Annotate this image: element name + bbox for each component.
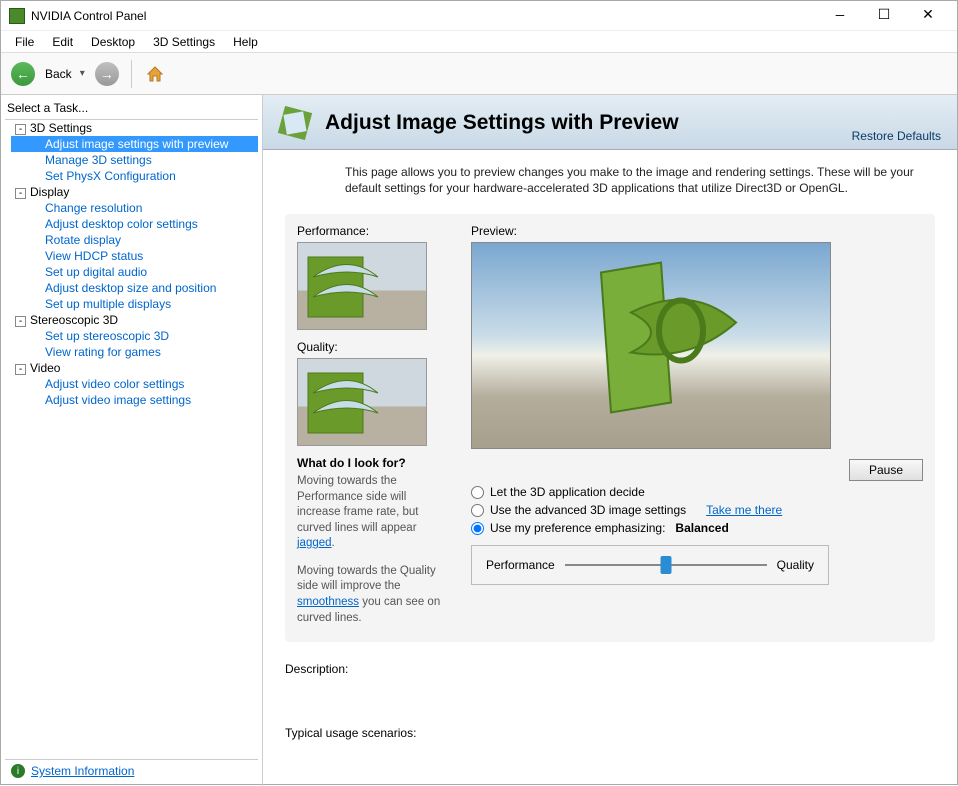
menu-bar: File Edit Desktop 3D Settings Help — [1, 31, 957, 53]
tree-item-adjust-image-settings[interactable]: Adjust image settings with preview — [11, 136, 258, 152]
preference-radios: Let the 3D application decide Use the ad… — [471, 483, 923, 537]
quality-slider[interactable] — [565, 564, 767, 566]
info-icon: i — [11, 764, 25, 778]
toolbar-divider — [131, 60, 132, 88]
quality-slider-box: Performance Quality — [471, 545, 829, 585]
restore-defaults-link[interactable]: Restore Defaults — [852, 129, 941, 143]
nvidia-logo-icon — [541, 252, 761, 422]
preview-label: Preview: — [471, 224, 923, 238]
radio-let-app-decide[interactable]: Let the 3D application decide — [471, 483, 923, 501]
performance-thumbnail — [297, 242, 427, 330]
quality-thumbnail — [297, 358, 427, 446]
page-title: Adjust Image Settings with Preview — [325, 111, 852, 135]
collapse-icon[interactable]: - — [15, 124, 26, 135]
page-content: This page allows you to preview changes … — [263, 150, 957, 786]
tree-group-label[interactable]: -3D Settings — [11, 120, 258, 136]
menu-file[interactable]: File — [7, 33, 42, 51]
tree-group-video: -Video Adjust video color settings Adjus… — [5, 360, 258, 408]
collapse-icon[interactable]: - — [15, 188, 26, 199]
system-information-bar: i System Information — [5, 760, 258, 782]
arrow-right-icon: → — [100, 66, 114, 82]
what-look-for-heading: What do I look for? — [297, 456, 447, 470]
tree-group-label[interactable]: -Video — [11, 360, 258, 376]
tree-item-adjust-desktop-color[interactable]: Adjust desktop color settings — [11, 216, 258, 232]
app-icon — [9, 8, 25, 24]
tree-item-view-hdcp[interactable]: View HDCP status — [11, 248, 258, 264]
menu-desktop[interactable]: Desktop — [83, 33, 143, 51]
radio-use-preference[interactable]: Use my preference emphasizing: Balanced — [471, 519, 923, 537]
collapse-icon[interactable]: - — [15, 316, 26, 327]
select-task-label: Select a Task... — [5, 99, 258, 119]
arrow-left-icon: ← — [16, 66, 30, 82]
radio-input[interactable] — [471, 504, 484, 517]
forward-button[interactable]: → — [95, 62, 119, 86]
jagged-link[interactable]: jagged — [297, 537, 332, 549]
back-label: Back — [45, 67, 72, 81]
minimize-button[interactable]: — — [819, 2, 861, 30]
tree-group-3d-settings: -3D Settings Adjust image settings with … — [5, 120, 258, 184]
performance-label: Performance: — [297, 224, 447, 238]
menu-help[interactable]: Help — [225, 33, 266, 51]
left-column: Performance: Quality: — [297, 224, 447, 626]
system-information-link[interactable]: System Information — [31, 764, 134, 778]
pause-button[interactable]: Pause — [849, 459, 923, 481]
menu-3d-settings[interactable]: 3D Settings — [145, 33, 223, 51]
smoothness-link[interactable]: smoothness — [297, 596, 359, 608]
radio-label: Use the advanced 3D image settings — [490, 503, 686, 517]
back-history-dropdown[interactable]: ▾ — [80, 68, 85, 79]
radio-label: Use my preference emphasizing: — [490, 521, 665, 535]
settings-panel: Performance: Quality: — [285, 214, 935, 642]
intro-text: This page allows you to preview changes … — [345, 164, 935, 196]
nvidia-logo-icon — [297, 242, 418, 330]
tree-item-digital-audio[interactable]: Set up digital audio — [11, 264, 258, 280]
back-button[interactable]: ← — [11, 62, 35, 86]
radio-input[interactable] — [471, 486, 484, 499]
balanced-value: Balanced — [675, 521, 728, 535]
slider-label-quality: Quality — [777, 558, 814, 572]
tree-item-video-image[interactable]: Adjust video image settings — [11, 392, 258, 408]
tree-item-change-resolution[interactable]: Change resolution — [11, 200, 258, 216]
take-me-there-link[interactable]: Take me there — [706, 503, 782, 517]
typical-usage-label: Typical usage scenarios: — [285, 726, 935, 740]
home-button[interactable] — [144, 63, 166, 85]
help-text-quality: Moving towards the Quality side will imp… — [297, 564, 447, 626]
right-column: Preview: Pause Let t — [471, 224, 923, 626]
tree-item-multiple-displays[interactable]: Set up multiple displays — [11, 296, 258, 312]
tree-item-rotate-display[interactable]: Rotate display — [11, 232, 258, 248]
tree-group-display: -Display Change resolution Adjust deskto… — [5, 184, 258, 312]
nvidia-logo-icon — [297, 358, 418, 446]
tree-item-video-color[interactable]: Adjust video color settings — [11, 376, 258, 392]
home-icon — [145, 64, 165, 84]
page-header: Adjust Image Settings with Preview Resto… — [263, 95, 957, 150]
tree-item-manage-3d-settings[interactable]: Manage 3D settings — [11, 152, 258, 168]
tree-group-label[interactable]: -Display — [11, 184, 258, 200]
slider-label-performance: Performance — [486, 558, 555, 572]
tree-item-set-physx[interactable]: Set PhysX Configuration — [11, 168, 258, 184]
tree-item-view-rating-games[interactable]: View rating for games — [11, 344, 258, 360]
bottom-sections: Description: Typical usage scenarios: — [285, 662, 935, 740]
radio-use-advanced[interactable]: Use the advanced 3D image settings Take … — [471, 501, 923, 519]
tree-item-setup-stereoscopic[interactable]: Set up stereoscopic 3D — [11, 328, 258, 344]
maximize-button[interactable]: ☐ — [863, 2, 905, 30]
title-bar: NVIDIA Control Panel — ☐ ✕ — [1, 1, 957, 31]
toolbar: ← Back ▾ → — [1, 53, 957, 95]
menu-edit[interactable]: Edit — [44, 33, 81, 51]
close-button[interactable]: ✕ — [907, 2, 949, 30]
description-label: Description: — [285, 662, 935, 676]
window-title: NVIDIA Control Panel — [31, 9, 819, 23]
tree-group-stereoscopic: -Stereoscopic 3D Set up stereoscopic 3D … — [5, 312, 258, 360]
radio-input[interactable] — [471, 522, 484, 535]
task-tree: -3D Settings Adjust image settings with … — [5, 119, 258, 760]
quality-label: Quality: — [297, 340, 447, 354]
tree-group-label[interactable]: -Stereoscopic 3D — [11, 312, 258, 328]
help-text-performance: Moving towards the Performance side will… — [297, 474, 447, 552]
main-pane: Adjust Image Settings with Preview Resto… — [263, 95, 957, 786]
task-sidebar: Select a Task... -3D Settings Adjust ima… — [1, 95, 263, 786]
header-icon — [275, 103, 315, 143]
preview-viewport — [471, 242, 831, 449]
slider-thumb[interactable] — [660, 556, 671, 574]
collapse-icon[interactable]: - — [15, 364, 26, 375]
tree-item-desktop-size-position[interactable]: Adjust desktop size and position — [11, 280, 258, 296]
radio-label: Let the 3D application decide — [490, 485, 645, 499]
